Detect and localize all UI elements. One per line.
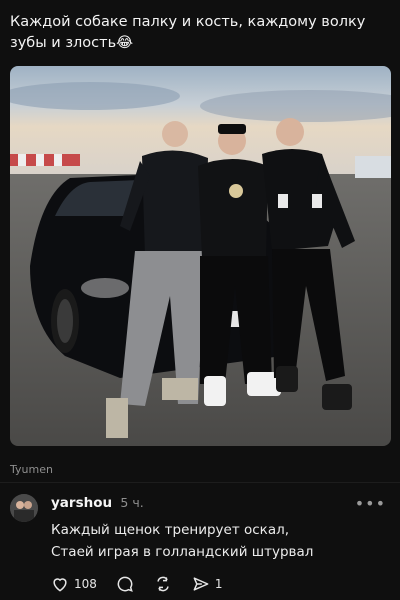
repost-button[interactable] xyxy=(153,574,173,594)
comment-time: 5 ч. xyxy=(120,495,144,510)
comment-line: Стаей играя в голландский штурвал xyxy=(51,544,314,560)
like-count: 108 xyxy=(74,577,97,591)
action-bar: 108 1 xyxy=(50,574,241,594)
avatar[interactable] xyxy=(10,494,38,522)
comment-icon xyxy=(117,576,133,592)
share-count: 1 xyxy=(214,577,223,591)
avatar-image xyxy=(10,494,38,522)
like-button[interactable]: 108 xyxy=(50,574,97,594)
repost-icon xyxy=(157,576,169,592)
comment-username[interactable]: yarshou xyxy=(51,495,112,511)
post-photo[interactable] xyxy=(10,66,391,446)
photo-image xyxy=(10,66,391,446)
post-caption: Каждой собаке палку и кость, каждому вол… xyxy=(10,14,366,51)
heart-icon xyxy=(53,578,67,592)
more-dots-icon[interactable]: ••• xyxy=(355,494,386,513)
comment-header: yarshou 5 ч. xyxy=(51,495,144,511)
comment-button[interactable] xyxy=(115,574,135,594)
send-icon xyxy=(193,577,209,591)
post-location[interactable]: Tyumen xyxy=(10,463,53,476)
comment-line: Каждый щенок тренирует оскал, xyxy=(51,522,290,538)
comment-text: Каждый щенок тренирует оскал, Стаей игра… xyxy=(51,519,313,563)
divider xyxy=(0,482,400,483)
send-button[interactable]: 1 xyxy=(191,574,223,594)
